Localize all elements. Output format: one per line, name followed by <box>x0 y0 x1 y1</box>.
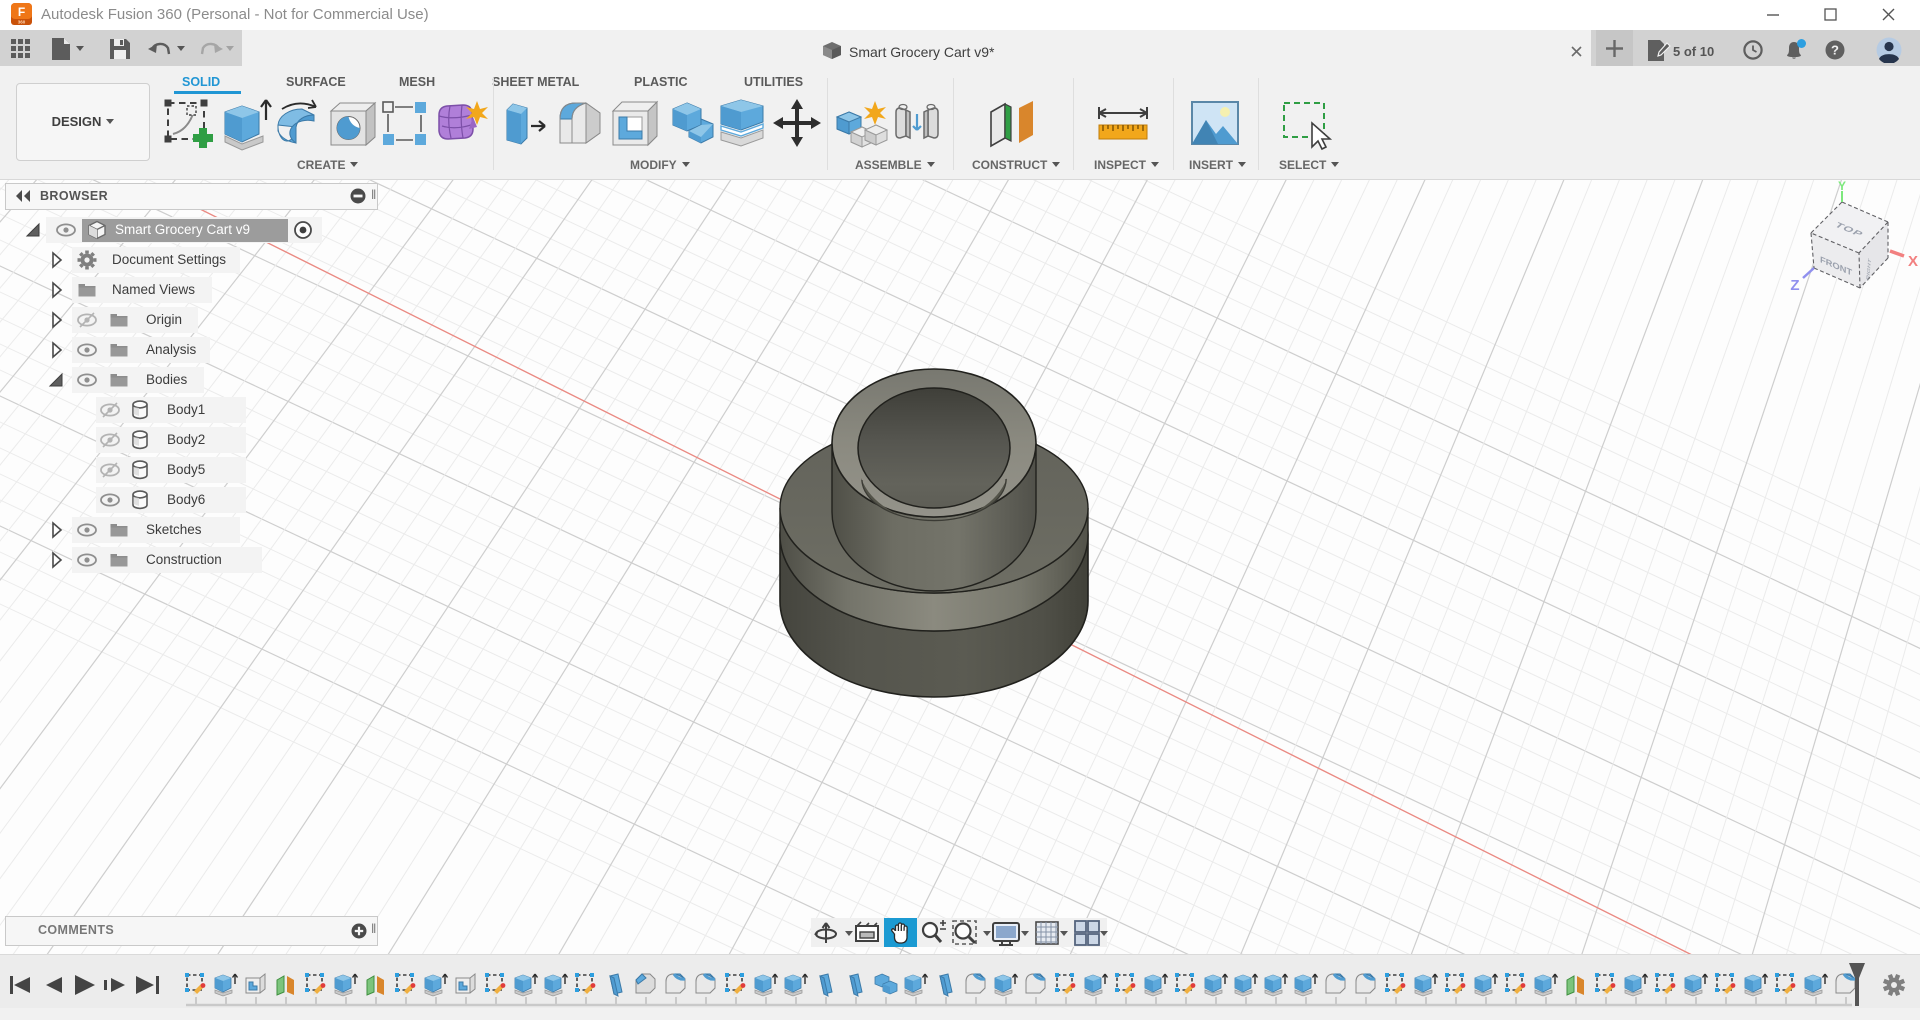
svg-text:Y: Y <box>1838 180 1846 193</box>
svg-text:360: 360 <box>18 20 26 25</box>
svg-text:?: ? <box>1831 43 1839 58</box>
svg-text:Z: Z <box>1790 277 1799 294</box>
svg-text:F: F <box>18 5 25 19</box>
svg-text:X: X <box>1908 253 1918 270</box>
